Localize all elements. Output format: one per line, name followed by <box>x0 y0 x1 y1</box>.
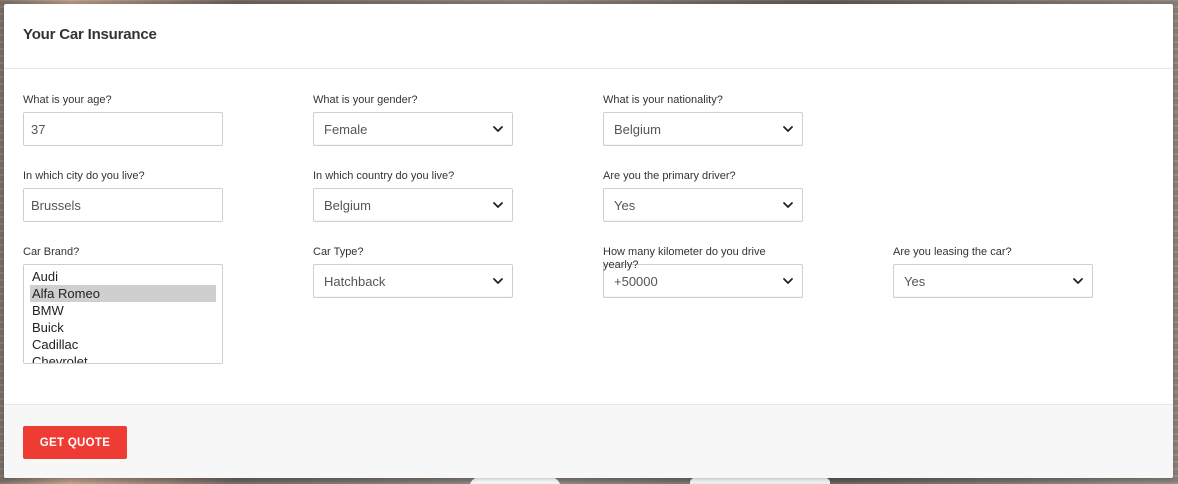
primary-driver-value: Yes <box>614 197 636 213</box>
car-brand-label: Car Brand? <box>23 246 80 258</box>
chevron-down-icon <box>493 126 503 132</box>
chevron-down-icon <box>493 202 503 208</box>
primary-driver-select[interactable]: Yes <box>603 188 803 222</box>
km-yearly-field: How many kilometer do you drive yearly? … <box>603 246 803 298</box>
car-type-field: Car Type? Hatchback <box>313 246 513 298</box>
city-field: In which city do you live? Brussels <box>23 170 223 222</box>
country-label: In which country do you live? <box>313 170 455 182</box>
car-type-value: Hatchback <box>324 273 386 289</box>
get-quote-button[interactable]: GET QUOTE <box>23 426 127 459</box>
car-brand-option[interactable]: Cadillac <box>30 336 216 353</box>
chevron-down-icon <box>783 126 793 132</box>
gender-value: Female <box>324 121 368 137</box>
car-brand-option[interactable]: Chevrolet <box>30 353 216 363</box>
car-type-label: Car Type? <box>313 246 364 258</box>
age-value: 37 <box>31 121 46 137</box>
leasing-label: Are you leasing the car? <box>893 246 1012 258</box>
km-yearly-label: How many kilometer do you drive yearly? <box>603 246 766 271</box>
nationality-field: What is your nationality? Belgium <box>603 94 803 146</box>
chevron-down-icon <box>783 278 793 284</box>
country-field: In which country do you live? Belgium <box>313 170 513 222</box>
form-title: Your Car Insurance <box>23 26 157 43</box>
form-body: What is your age? 37 What is your gender… <box>4 69 1173 404</box>
city-input[interactable]: Brussels <box>23 188 223 222</box>
city-value: Brussels <box>31 197 81 213</box>
form-footer: GET QUOTE <box>4 404 1173 478</box>
gender-select[interactable]: Female <box>313 112 513 146</box>
leasing-field: Are you leasing the car? Yes <box>893 246 1093 298</box>
primary-driver-field: Are you the primary driver? Yes <box>603 170 803 222</box>
nationality-value: Belgium <box>614 121 661 137</box>
car-brand-option[interactable]: Buick <box>30 319 216 336</box>
nationality-select[interactable]: Belgium <box>603 112 803 146</box>
age-input[interactable]: 37 <box>23 112 223 146</box>
gender-field: What is your gender? Female <box>313 94 513 146</box>
car-brand-listbox[interactable]: Audi Alfa Romeo BMW Buick Cadillac Chevr… <box>23 264 223 364</box>
car-brand-field: Car Brand? Audi Alfa Romeo BMW Buick Cad… <box>23 246 223 364</box>
city-label: In which city do you live? <box>23 170 145 182</box>
country-value: Belgium <box>324 197 371 213</box>
leasing-value: Yes <box>904 273 926 289</box>
country-select[interactable]: Belgium <box>313 188 513 222</box>
chevron-down-icon <box>1073 278 1083 284</box>
car-type-select[interactable]: Hatchback <box>313 264 513 298</box>
chevron-down-icon <box>783 202 793 208</box>
primary-driver-label: Are you the primary driver? <box>603 170 736 182</box>
age-field: What is your age? 37 <box>23 94 223 146</box>
nationality-label: What is your nationality? <box>603 94 723 106</box>
chevron-down-icon <box>493 278 503 284</box>
card-header: Your Car Insurance <box>4 4 1173 69</box>
car-brand-option[interactable]: BMW <box>30 302 216 319</box>
insurance-form-card: Your Car Insurance What is your age? 37 … <box>4 4 1173 478</box>
leasing-select[interactable]: Yes <box>893 264 1093 298</box>
km-yearly-value: +50000 <box>614 273 658 289</box>
gender-label: What is your gender? <box>313 94 418 106</box>
age-label: What is your age? <box>23 94 112 106</box>
car-brand-option[interactable]: Audi <box>30 268 216 285</box>
car-brand-option-selected[interactable]: Alfa Romeo <box>30 285 216 302</box>
